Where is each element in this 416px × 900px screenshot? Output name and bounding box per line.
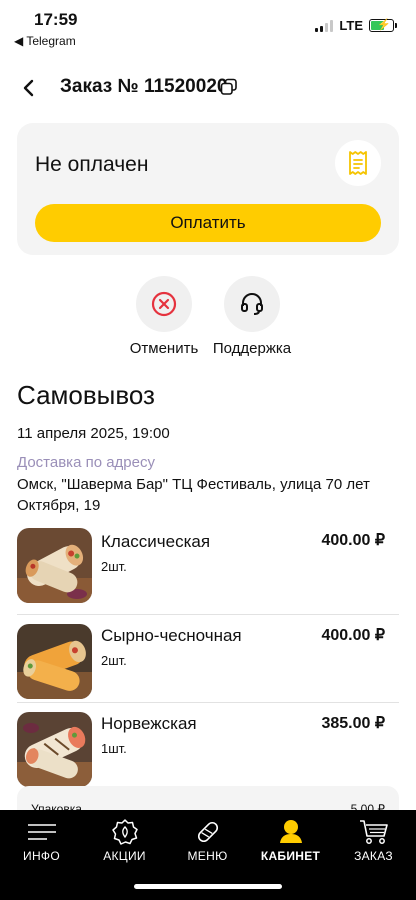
home-indicator[interactable] [134,884,282,889]
item-photo [17,528,92,603]
cancel-button-circle[interactable] [136,276,192,332]
item-price: 400.00 ₽ [321,532,385,549]
payment-status: Не оплачен [35,153,149,176]
item-name: Классическая [101,532,211,551]
item-name: Сырно-чесночная [101,626,242,645]
delivery-datetime: 11 апреля 2025, 19:00 [17,425,170,442]
tab-promo[interactable]: АКЦИИ [83,810,166,868]
page-header: Заказ № 11520020 [0,66,416,110]
status-bar: 17:59 ◀ Telegram LTE ⚡ [0,0,416,50]
payment-card: Не оплачен Оплатить [17,123,399,255]
address-value: Омск, "Шаверма Бар" ТЦ Фестиваль, улица … [17,476,370,514]
item-photo [17,712,92,787]
shawarma-icon [197,821,218,843]
address-label: Доставка по адресу [17,454,155,471]
copy-icon[interactable] [220,78,238,96]
tab-account[interactable]: КАБИНЕТ [249,810,332,868]
item-price: 400.00 ₽ [321,627,385,644]
tab-promo-label: АКЦИИ [103,849,146,863]
item-quantity: 2шт. [101,559,127,574]
battery-icon: ⚡ [369,19,397,32]
menu-lines-icon [27,824,56,840]
tab-order[interactable]: ЗАКАЗ [332,810,415,868]
item-quantity: 1шт. [101,741,127,756]
user-icon [279,820,302,843]
receipt-icon [349,151,367,175]
tab-info-label: ИНФО [23,849,60,863]
tab-info[interactable]: ИНФО [0,810,83,868]
status-indicators: LTE ⚡ [315,18,397,33]
headset-icon [241,293,263,315]
order-item[interactable]: Норвежская 1шт. 385.00 ₽ [17,702,399,790]
item-quantity: 2шт. [101,653,127,668]
cart-icon [359,820,388,844]
network-type: LTE [339,18,363,33]
order-actions: Отменить Поддержка [0,276,416,366]
cancel-order-button[interactable]: Отменить [114,276,214,357]
item-price: 385.00 ₽ [321,715,385,732]
chevron-left-icon [23,79,34,97]
support-label: Поддержка [212,340,292,357]
cancel-label: Отменить [129,340,199,357]
order-items-list: Классическая 2шт. 400.00 ₽ Сырно-чесночн… [17,526,399,790]
order-item[interactable]: Сырно-чесночная 2шт. 400.00 ₽ [17,614,399,702]
page-title: Заказ № 11520020 [60,76,228,97]
pay-button[interactable]: Оплатить [35,204,381,242]
receipt-button[interactable] [335,140,381,186]
delivery-type: Самовывоз [17,380,155,410]
support-button[interactable]: Поддержка [202,276,302,357]
item-photo [17,624,92,699]
cancel-circle-icon [151,291,177,317]
promo-badge-icon [111,819,138,845]
item-name: Норвежская [101,714,197,733]
status-time: 17:59 [34,10,78,29]
back-to-telegram-link[interactable]: ◀ Telegram [14,34,76,48]
tab-menu[interactable]: МЕНЮ [166,810,249,868]
order-item[interactable]: Классическая 2шт. 400.00 ₽ [17,526,399,614]
tab-order-label: ЗАКАЗ [354,849,393,863]
support-button-circle[interactable] [224,276,280,332]
signal-icon [315,19,334,32]
tab-menu-label: МЕНЮ [187,849,228,863]
tab-account-label: КАБИНЕТ [260,849,321,863]
back-button[interactable] [14,74,42,102]
